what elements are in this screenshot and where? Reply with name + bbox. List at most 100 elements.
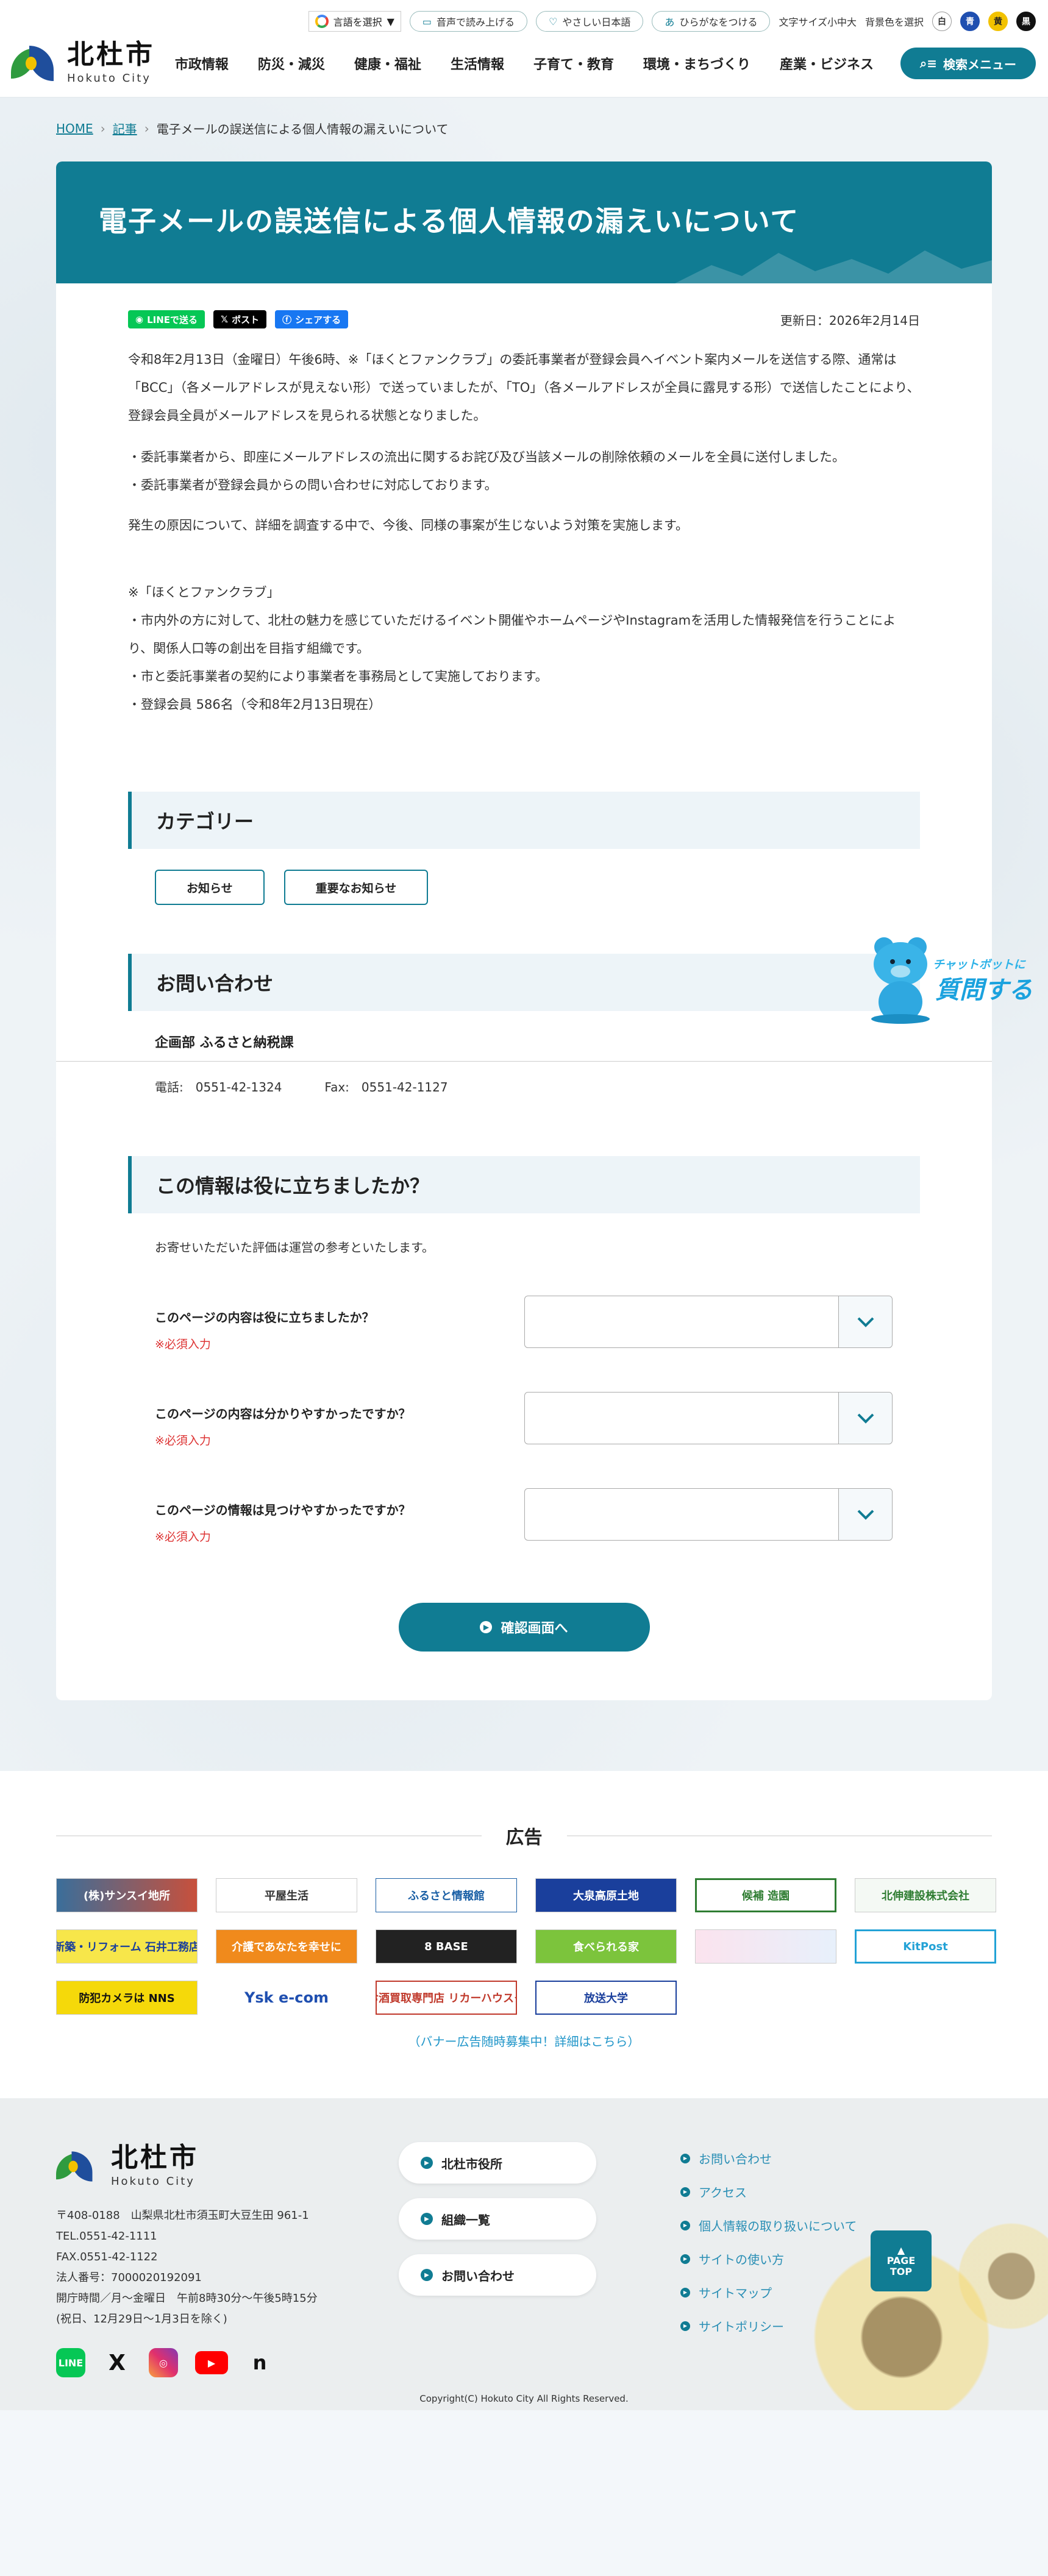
nav-item-health[interactable]: 健康・福祉 — [354, 54, 421, 73]
bullet-icon: ▶ — [680, 2254, 690, 2264]
ad-banner[interactable]: 介護であなたを幸せに — [216, 1929, 357, 1964]
breadcrumb-articles[interactable]: 記事 — [113, 119, 137, 137]
organization-label: 組織一覧 — [441, 2212, 490, 2227]
ad-recruit-link[interactable]: （バナー広告随時募集中！詳細はこちら） — [0, 2032, 1048, 2049]
ad-banner[interactable] — [695, 1929, 836, 1964]
footer-link-access[interactable]: ▶ アクセス — [680, 2183, 857, 2201]
ad-banner[interactable]: (株)サンスイ地所 — [56, 1878, 198, 1912]
bg-color-label: 背景色を選択 — [864, 16, 924, 28]
chatbot-label: 質問する — [935, 976, 1033, 1004]
ad-banner[interactable]: 大泉高原土地 — [535, 1878, 677, 1912]
usefulness-select[interactable] — [524, 1296, 893, 1348]
font-size-control[interactable]: 文字サイズ小中大 — [779, 14, 857, 29]
footer-address: 〒408-0188 山梨県北杜市須玉町大豆生田 961-1 TEL.0551-4… — [56, 2205, 318, 2330]
ad-banner[interactable]: Ysk e-com — [216, 1981, 357, 2015]
ad-banner[interactable]: 平屋生活 — [216, 1878, 357, 1912]
ad-banner[interactable]: 新築・リフォーム 石井工務店 — [56, 1929, 198, 1964]
feedback-note: お寄せいただいた評価は運営の参考といたします。 — [155, 1240, 434, 1255]
site-logo[interactable]: 北杜市 Hokuto City — [11, 41, 155, 85]
nav-item-living[interactable]: 生活情報 — [451, 54, 504, 73]
ad-banner[interactable]: 食べられる家 — [535, 1929, 677, 1964]
bullet-icon: ▶ — [680, 2220, 690, 2230]
footer-link-contact[interactable]: ▶ お問い合わせ — [680, 2149, 857, 2167]
page-top-button[interactable]: ▲ PAGE TOP — [871, 2230, 932, 2291]
ad-banner[interactable]: 北伸建設株式会社 — [855, 1878, 996, 1912]
share-facebook-button[interactable]: ⓕ シェアする — [275, 310, 349, 328]
page-top-label-1: PAGE — [886, 2255, 916, 2267]
findability-select[interactable] — [524, 1488, 893, 1541]
logo-text-jp: 北杜市 — [67, 39, 155, 70]
ad-banner[interactable]: ふるさと情報館 — [376, 1878, 517, 1912]
ads-section: 広告 (株)サンスイ地所 平屋生活 ふるさと情報館 大泉高原土地 候補 造園 北… — [0, 1771, 1048, 2098]
contact-phone-fax: 電話: 0551-42-1324 Fax: 0551-42-1127 — [155, 1077, 920, 1095]
ad-banner[interactable]: 放送大学 — [535, 1981, 677, 2015]
feedback-question-2: このページの内容は分かりやすかったですか？ ※必須入力 — [155, 1392, 893, 1448]
contact-fax: Fax: 0551-42-1127 — [324, 1080, 448, 1095]
inquiry-button[interactable]: ▶ お問い合わせ — [399, 2254, 596, 2296]
note-heading: ※「ほくとファンクラブ」 — [128, 585, 280, 600]
nav-item-business[interactable]: 産業・ビジネス — [780, 54, 874, 73]
footer-link-privacy[interactable]: ▶ 個人情報の取り扱いについて — [680, 2216, 857, 2234]
contact-tel: 電話: 0551-42-1324 — [155, 1080, 282, 1095]
city-hall-button[interactable]: ▶ 北杜市役所 — [399, 2142, 596, 2184]
search-menu-button[interactable]: ⌕≡ 検索メニュー — [900, 48, 1036, 79]
page-top-label-2: TOP — [889, 2265, 913, 2277]
search-menu-label: 検索メニュー — [943, 57, 1016, 72]
search-icon: ⌕≡ — [920, 56, 937, 71]
footer-link-policy[interactable]: ▶ サイトポリシー — [680, 2317, 857, 2335]
share-x-button[interactable]: 𝕏 ポスト — [213, 310, 267, 328]
instagram-icon[interactable]: ◎ — [149, 2348, 178, 2377]
hiragana-icon: あ — [665, 16, 675, 28]
chatbot-button[interactable]: チャットボットに 質問する — [867, 934, 1038, 1025]
breadcrumb-home[interactable]: HOME — [56, 121, 93, 136]
bear-mascot-icon — [871, 937, 930, 1024]
nav-item-environment[interactable]: 環境・まちづくり — [643, 54, 750, 73]
chevron-down-icon — [838, 1393, 892, 1444]
category-heading: カテゴリー — [128, 792, 920, 849]
nav-item-disaster[interactable]: 防災・減災 — [258, 54, 325, 73]
youtube-icon[interactable]: ▶ — [195, 2351, 228, 2374]
ad-banner[interactable]: KitPost — [855, 1929, 996, 1964]
sns-links: LINE X ◎ ▶ n — [56, 2348, 274, 2377]
share-buttons: ◉ LINEで送る 𝕏 ポスト ⓕ シェアする — [128, 310, 349, 328]
language-select[interactable]: 言語を選択 ▼ — [308, 11, 401, 32]
nav-item-city-info[interactable]: 市政情報 — [175, 54, 229, 73]
article-paragraph-3: 発生の原因について、詳細を調査する中で、今後、同様の事案が生じないよう対策を実施… — [128, 518, 688, 533]
easy-japanese-button[interactable]: ♡ やさしい日本語 — [536, 11, 644, 32]
category-oshirase[interactable]: お知らせ — [155, 870, 265, 905]
ad-banner[interactable]: お酒買取専門店 リカーハウスタ — [376, 1981, 517, 2015]
arrow-right-circle-icon: ▶ — [421, 2269, 433, 2281]
address-line: 〒408-0188 山梨県北杜市須玉町大豆生田 961-1 — [56, 2209, 309, 2222]
logo-text-en: Hokuto City — [67, 72, 151, 85]
required-label: ※必須入力 — [155, 1530, 211, 1544]
ad-banner[interactable]: 8 BASE — [376, 1929, 517, 1964]
clarity-select[interactable] — [524, 1392, 893, 1444]
category-important[interactable]: 重要なお知らせ — [283, 870, 429, 905]
share-line-button[interactable]: ◉ LINEで送る — [128, 310, 205, 328]
ad-banner[interactable]: 候補 造園 — [695, 1878, 836, 1912]
chevron-right-icon: › — [100, 121, 105, 136]
bg-white-button[interactable]: 白 — [932, 12, 952, 31]
heart-icon: ♡ — [549, 15, 558, 27]
note-icon[interactable]: n — [245, 2348, 274, 2377]
tel-line: TEL.0551-42-1111 — [56, 2230, 157, 2243]
bg-yellow-button[interactable]: 黄 — [988, 12, 1008, 31]
city-emblem-icon — [56, 2149, 96, 2183]
confirm-button[interactable]: ▶ 確認画面へ — [398, 1603, 650, 1652]
bg-black-button[interactable]: 黒 — [1016, 12, 1036, 31]
hiragana-button[interactable]: あ ひらがなをつける — [652, 11, 771, 32]
organization-button[interactable]: ▶ 組織一覧 — [399, 2198, 596, 2240]
footer-logo[interactable]: 北杜市 Hokuto City — [56, 2145, 199, 2188]
bg-blue-button[interactable]: 青 — [960, 12, 980, 31]
ad-banner-grid: (株)サンスイ地所 平屋生活 ふるさと情報館 大泉高原土地 候補 造園 北伸建設… — [56, 1878, 1048, 2015]
line-icon[interactable]: LINE — [56, 2348, 85, 2377]
read-aloud-button[interactable]: ▭ 音声で読み上げる — [409, 11, 528, 32]
ad-banner[interactable]: 防犯カメラは NNS — [56, 1981, 198, 2015]
contact-heading: お問い合わせ — [128, 954, 920, 1011]
footer-link-howto[interactable]: ▶ サイトの使い方 — [680, 2250, 857, 2268]
arrow-right-circle-icon: ▶ — [421, 2213, 433, 2225]
x-logo-icon[interactable]: X — [102, 2348, 132, 2377]
site-header: 北杜市 Hokuto City 言語を選択 ▼ ▭ 音声で読み上げる ♡ やさし… — [0, 0, 1048, 98]
nav-item-childcare[interactable]: 子育て・教育 — [533, 54, 614, 73]
footer-link-sitemap[interactable]: ▶ サイトマップ — [680, 2283, 857, 2301]
